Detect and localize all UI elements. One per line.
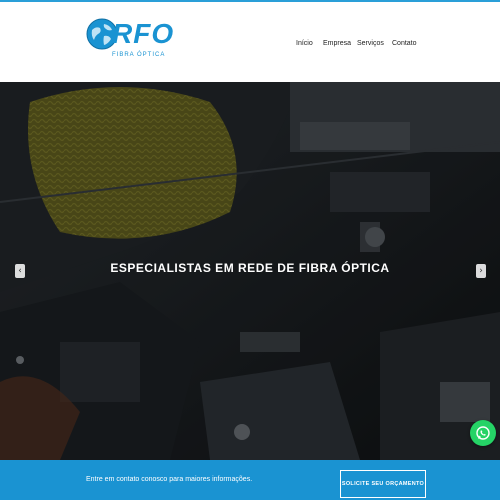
nav-item-servicos[interactable]: Serviços xyxy=(357,40,384,47)
brand-tagline: FIBRA ÓPTICA xyxy=(112,52,166,58)
hero-slider: ESPECIALISTAS EM REDE DE FIBRA ÓPTICA ‹ … xyxy=(0,82,500,460)
nav-item-empresa[interactable]: Empresa xyxy=(323,40,351,47)
slider-prev-button[interactable]: ‹ xyxy=(15,264,25,278)
contact-cta-bar: Entre em contato conosco para maiores in… xyxy=(0,460,500,500)
cta-text: Entre em contato conosco para maiores in… xyxy=(86,476,253,483)
whatsapp-icon xyxy=(476,426,490,440)
chevron-left-icon: ‹ xyxy=(18,266,22,276)
nav-item-contato[interactable]: Contato xyxy=(392,40,417,47)
slider-next-button[interactable]: › xyxy=(476,264,486,278)
brand-logo[interactable]: RFO FIBRA ÓPTICA xyxy=(86,18,173,64)
nav-item-inicio[interactable]: Início xyxy=(296,40,313,47)
brand-name: RFO xyxy=(112,18,175,49)
request-quote-button[interactable]: SOLICITE SEU ORÇAMENTO xyxy=(340,470,426,498)
site-header: RFO FIBRA ÓPTICA Início Empresa Serviços… xyxy=(0,2,500,82)
chevron-right-icon: › xyxy=(479,266,483,276)
whatsapp-button[interactable] xyxy=(470,420,496,446)
hero-title: ESPECIALISTAS EM REDE DE FIBRA ÓPTICA xyxy=(110,261,390,275)
